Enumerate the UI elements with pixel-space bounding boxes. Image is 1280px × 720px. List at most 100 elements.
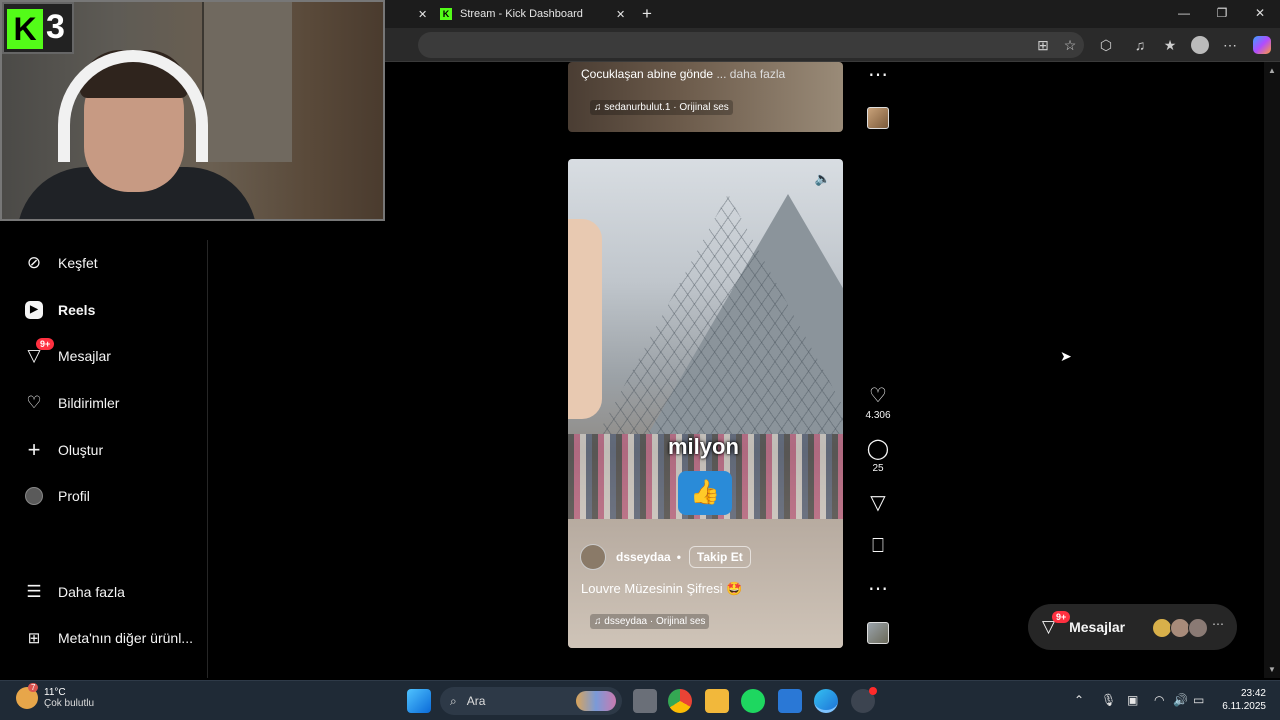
arm xyxy=(568,219,602,419)
search-placeholder: Ara xyxy=(466,694,486,708)
taskbar-search[interactable]: ⌕ Ara xyxy=(440,687,622,715)
scroll-down-icon[interactable]: ▼ xyxy=(1268,665,1276,674)
battery-icon[interactable]: ▭ xyxy=(1193,693,1204,707)
audio-thumbnail[interactable] xyxy=(867,107,889,129)
clock-date: 6.11.2025 xyxy=(1222,701,1266,712)
minimize-icon[interactable]: — xyxy=(1172,6,1196,22)
window-close-icon[interactable]: ✕ xyxy=(1248,6,1272,22)
audio-label[interactable]: ♫ sedanurbulut.1 · Orijinal ses xyxy=(590,100,733,115)
contact-avatar xyxy=(1152,618,1172,638)
search-icon: ⌕ xyxy=(450,693,457,708)
sidebar-item-bildirimler[interactable]: ♡ Bildirimler xyxy=(24,389,119,417)
favorites-icon[interactable]: ★ xyxy=(1161,36,1179,54)
contact-avatar xyxy=(1170,618,1190,638)
app-icon[interactable] xyxy=(851,687,877,713)
sidebar-item-label: Daha fazla xyxy=(58,584,125,600)
edge-icon[interactable] xyxy=(814,689,838,713)
notification-dot xyxy=(869,687,877,695)
messages-badge: 9+ xyxy=(1052,611,1071,623)
top-more-icon[interactable]: ⋯ xyxy=(862,64,894,86)
sidebar-item-kesfet[interactable]: ⊘ Keşfet xyxy=(24,249,98,277)
sidebar-item-label: Meta'nın diğer ürünl... xyxy=(58,630,193,646)
store-icon[interactable] xyxy=(778,689,802,713)
sidebar-item-olustur[interactable]: + Oluştur xyxy=(24,436,104,464)
audio-text: sedanurbulut.1 · Orijinal ses xyxy=(604,102,729,113)
music-icon: ♫ xyxy=(594,616,605,627)
more-link[interactable]: ... daha fazla xyxy=(716,67,785,81)
sidebar-item-reels[interactable]: ▶ Reels xyxy=(24,296,95,324)
messenger-icon: ▽ 9+ xyxy=(24,338,55,366)
sidebar-item-profil[interactable]: Profil xyxy=(24,482,90,510)
reel-caption: Çocuklaşan abine gönde ... daha fazla xyxy=(581,67,785,81)
menu-icon: ☰ xyxy=(26,582,42,601)
reel-author-row: dsseydaa • Takip Et xyxy=(580,544,751,570)
close-tab-icon[interactable]: ✕ xyxy=(418,0,427,28)
split-screen-icon[interactable]: ⊞ xyxy=(1034,36,1052,54)
more-options-button[interactable]: ⋯ xyxy=(862,578,894,600)
cam-door xyxy=(202,2,292,162)
sidebar-item-daha-fazla[interactable]: ☰ Daha fazla xyxy=(24,578,125,606)
sidebar-item-label: Profil xyxy=(58,488,90,504)
kick-logo-icon: K xyxy=(7,9,43,49)
system-clock[interactable]: 23:42 6.11.2025 xyxy=(1214,687,1266,713)
author-username[interactable]: dsseydaa xyxy=(616,550,671,564)
comment-count: 25 xyxy=(872,463,884,474)
share-button[interactable]: ▽ xyxy=(862,492,894,514)
page-scrollbar[interactable]: ▲ ▼ xyxy=(1264,62,1280,678)
audio-label[interactable]: ♫ dsseydaa · Orijinal ses xyxy=(590,614,710,629)
sidebar-item-meta-apps[interactable]: ⊞ Meta'nın diğer ürünl... xyxy=(24,624,193,652)
audio-thumbnail[interactable] xyxy=(867,622,889,644)
reel-previous[interactable]: Çocuklaşan abine gönde ... daha fazla ♫ … xyxy=(568,62,843,132)
author-avatar[interactable] xyxy=(580,544,606,570)
chrome-icon[interactable] xyxy=(668,689,692,713)
scroll-up-icon[interactable]: ▲ xyxy=(1268,66,1276,75)
media-icon[interactable]: ♫ xyxy=(1131,36,1149,54)
reel-caption: Louvre Müzesinin Şifresi 🤩 xyxy=(581,581,743,596)
tray-chevron-icon[interactable]: ⌃ xyxy=(1074,693,1084,707)
volume-icon[interactable]: 🔊 xyxy=(1173,693,1188,707)
comment-button[interactable]: ◯ 25 xyxy=(862,438,894,474)
headphones xyxy=(58,50,208,162)
copilot-icon[interactable] xyxy=(1253,36,1271,54)
save-button[interactable]: ⎕ xyxy=(862,535,894,557)
tab-close-icon[interactable]: ✕ xyxy=(616,8,625,21)
music-icon: ♫ xyxy=(594,102,605,113)
file-explorer-icon[interactable] xyxy=(705,689,729,713)
new-tab-button[interactable]: + xyxy=(642,0,652,28)
more-menu-icon[interactable]: ⋯ xyxy=(1221,36,1239,54)
kick-logo-icon: K xyxy=(440,8,452,20)
spotify-icon[interactable] xyxy=(741,689,765,713)
messages-label: Mesajlar xyxy=(1069,619,1126,635)
instagram-sidebar: ⊘ Keşfet ▶ Reels ▽ 9+ Mesajlar ♡ Bildirim… xyxy=(4,240,208,678)
sidebar-item-mesajlar[interactable]: ▽ 9+ Mesajlar xyxy=(24,338,111,370)
extensions-icon[interactable]: ⬡ xyxy=(1097,36,1115,54)
separator-dot: • xyxy=(676,550,681,564)
tab-title: Stream - Kick Dashboard xyxy=(460,8,583,20)
favorite-star-icon[interactable]: ☆ xyxy=(1061,36,1079,54)
clock-time: 23:42 xyxy=(1240,688,1266,699)
apps-icon: ⊞ xyxy=(27,630,41,647)
tab-kick-dashboard[interactable]: K Stream - Kick Dashboard ✕ xyxy=(440,0,636,28)
restore-icon[interactable]: ❐ xyxy=(1210,6,1234,22)
sidebar-item-label: Mesajlar xyxy=(58,348,111,364)
like-button[interactable]: ♡ 4.306 xyxy=(862,385,894,421)
weather-icon: 7 xyxy=(16,683,39,709)
volume-icon[interactable]: 🔈 xyxy=(815,171,831,187)
wifi-icon[interactable]: ◠ xyxy=(1154,693,1164,707)
windows-start-icon[interactable] xyxy=(407,689,431,713)
follow-button[interactable]: Takip Et xyxy=(688,546,751,568)
reel-overlay-text: milyon xyxy=(668,434,739,459)
messages-pill[interactable]: ▽ 9+ Mesajlar ⋯ xyxy=(1028,604,1237,650)
tray-app-icon[interactable]: ▣ xyxy=(1127,693,1138,707)
weather-desc: Çok bulutlu xyxy=(44,698,95,709)
weather-widget[interactable]: 7 11°C Çok bulutlu xyxy=(16,683,95,709)
more-contacts-icon: ⋯ xyxy=(1212,617,1224,631)
microphone-icon[interactable]: 🎙 xyxy=(1101,693,1116,707)
windows-taskbar: 7 11°C Çok bulutlu ⌕ Ara ⌃ 🎙 ▣ ◠ 🔊 ▭ 23:… xyxy=(0,680,1280,720)
address-field[interactable] xyxy=(418,32,1084,58)
kick-badge-number: 3 xyxy=(46,8,65,46)
task-view-icon[interactable] xyxy=(633,689,657,713)
reel-current[interactable]: 🔈 milyon 👍 dsseydaa • Takip Et Louvre Mü… xyxy=(568,159,843,648)
profile-avatar-icon[interactable] xyxy=(1191,36,1209,54)
heart-icon: ♡ xyxy=(26,393,42,412)
